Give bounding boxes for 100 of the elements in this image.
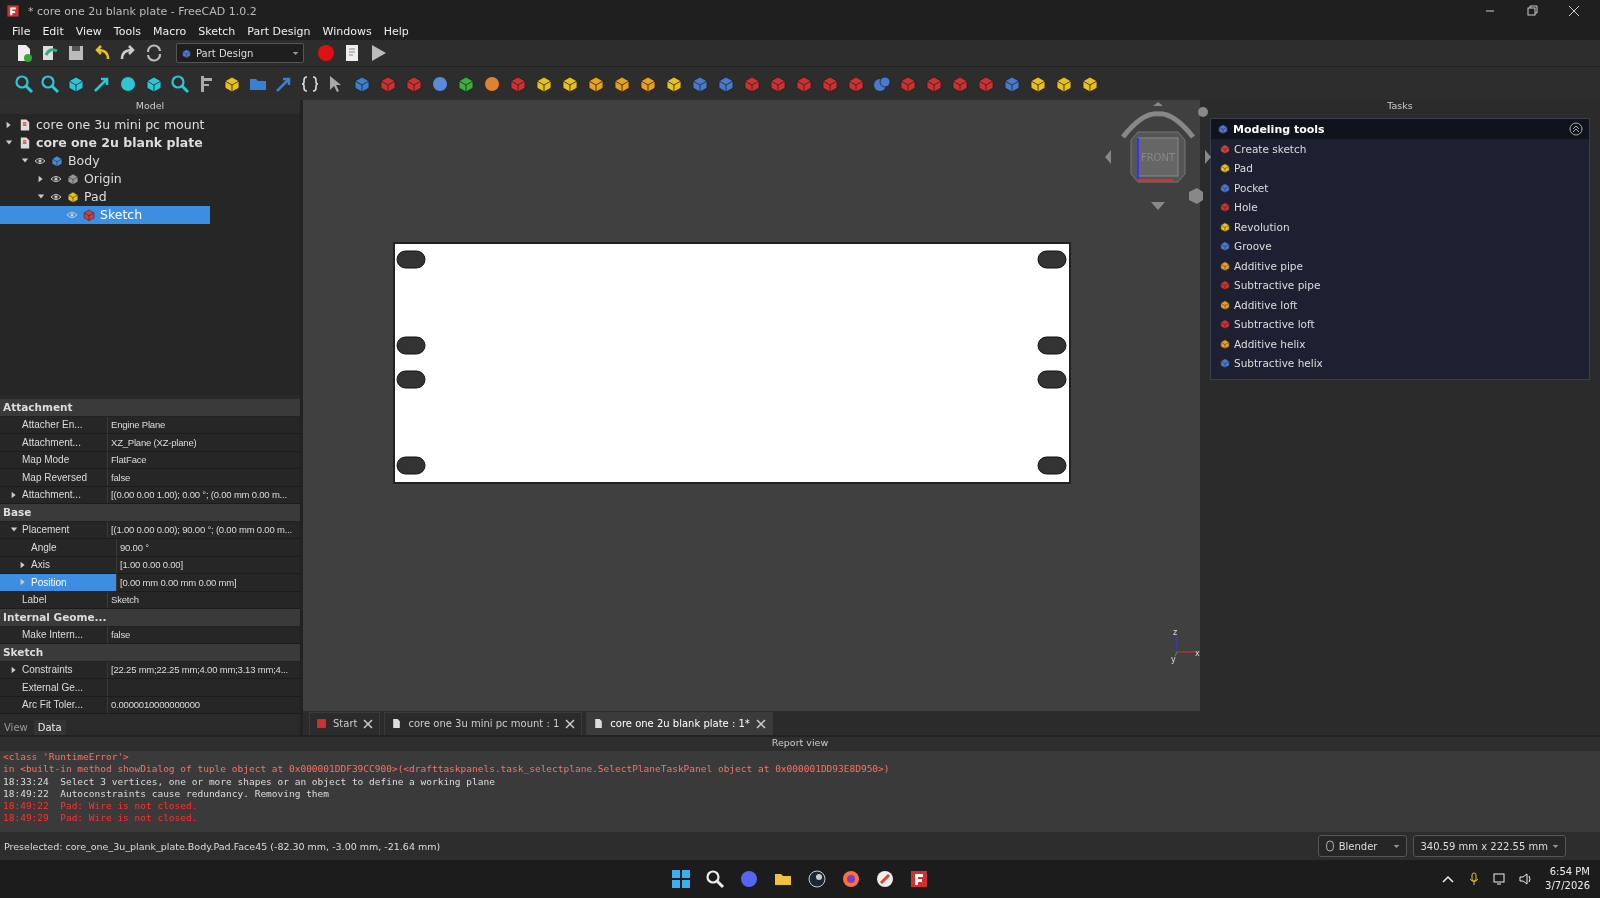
panel-tab[interactable]: Data <box>33 720 66 735</box>
mouse-icon <box>1324 839 1335 853</box>
task-link[interactable]: Create sketch <box>1211 139 1589 159</box>
property-name[interactable]: Make Intern... <box>0 626 108 643</box>
search-icon[interactable] <box>705 869 725 889</box>
property-value[interactable]: 90.00 ° <box>117 539 300 556</box>
network-icon[interactable] <box>1493 872 1508 886</box>
open-document-icon[interactable] <box>40 43 60 63</box>
log-line: in <built-in method showDialog of tuple object at 0x000001DDF39CC900>(<drafttaskpanels.task_selectplane.SelectPlaneTaskPanel object at 0x000001DD93E8D950>) <box>3 763 891 776</box>
document-tab[interactable]: core one 2u blank plate : 1* <box>586 711 773 735</box>
save-icon[interactable] <box>66 43 86 63</box>
property-name[interactable]: Attachment... <box>0 434 108 451</box>
property-value[interactable]: Engine Plane <box>108 416 300 433</box>
property-name[interactable]: Map Reversed <box>0 469 108 486</box>
menu-item[interactable]: Tools <box>107 24 147 38</box>
log-line: 18:49:22 Pad: Wire is not closed. <box>3 800 199 813</box>
menu-item[interactable]: View <box>69 24 108 38</box>
expand-arrow-icon[interactable] <box>10 525 18 534</box>
record-icon[interactable] <box>316 43 336 63</box>
refresh-icon[interactable] <box>144 43 164 63</box>
task-link[interactable]: Subtractive pipe <box>1211 275 1589 295</box>
zoom-icon[interactable] <box>40 73 60 94</box>
freecad-logo-icon[interactable] <box>909 869 929 889</box>
menu-item[interactable]: Macro <box>146 24 193 38</box>
collapse-icon[interactable] <box>1569 122 1583 136</box>
workbench-dropdown[interactable]: Part Design <box>176 43 304 63</box>
tool-icon <box>1219 318 1231 331</box>
clock-date: 3/7/2026 <box>1545 879 1590 893</box>
task-link[interactable]: Pocket <box>1211 178 1589 198</box>
menu-item[interactable]: Edit <box>36 24 70 38</box>
property-value[interactable]: [(0.00 0.00 1.00); 0.00 °; (0.00 mm 0.00 m... <box>108 486 300 503</box>
document-tab[interactable]: Start <box>309 711 381 735</box>
property-value[interactable]: false <box>108 626 300 643</box>
property-value[interactable]: [1.00 0.00 0.00] <box>117 556 300 573</box>
dimension-button[interactable]: 340.59 mm x 222.55 mm <box>1413 835 1566 857</box>
property-value[interactable]: false <box>108 469 300 486</box>
close-icon[interactable] <box>1568 5 1580 17</box>
chevron-up-icon[interactable] <box>1441 873 1456 885</box>
close-icon[interactable] <box>363 718 374 729</box>
close-icon[interactable] <box>565 718 576 729</box>
task-link[interactable]: Additive loft <box>1211 295 1589 315</box>
tree-item[interactable]: core one 3u mini pc mount <box>0 115 300 134</box>
property-name[interactable]: Arc Fit Toler... <box>0 696 108 713</box>
tree-item[interactable]: Pad <box>0 187 300 206</box>
zoom-fit-icon[interactable] <box>14 73 34 94</box>
property-name[interactable]: Constraints <box>0 661 108 678</box>
task-link[interactable]: Revolution <box>1211 217 1589 237</box>
property-name[interactable]: Axis <box>0 556 117 573</box>
brace-icon[interactable] <box>300 73 320 94</box>
property-value[interactable]: FlatFace <box>108 451 300 468</box>
property-name[interactable]: Angle <box>0 539 117 556</box>
eye-icon[interactable] <box>34 155 46 166</box>
eye-icon[interactable] <box>50 191 62 202</box>
tool-icon <box>1219 240 1231 253</box>
task-link[interactable]: Additive helix <box>1211 334 1589 354</box>
menu-item[interactable]: File <box>6 24 37 38</box>
menu-item[interactable]: Windows <box>316 24 378 38</box>
restore-icon[interactable] <box>1526 5 1538 17</box>
navigation-style-button[interactable]: Blender <box>1317 835 1408 857</box>
task-link[interactable]: Subtractive helix <box>1211 353 1589 373</box>
task-link[interactable]: Groove <box>1211 236 1589 256</box>
property-name[interactable]: Attachment... <box>0 486 108 503</box>
volume-icon[interactable] <box>1519 872 1534 886</box>
property-value[interactable]: [22.25 mm;22.25 mm;4.00 mm;3.13 mm;4... <box>108 661 300 678</box>
menu-item[interactable]: Sketch <box>192 24 242 38</box>
property-value[interactable]: XZ_Plane (XZ-plane) <box>108 434 300 451</box>
log-line: 18:49:22 Autoconstraints cause redundancy. Removing them <box>3 787 330 801</box>
magnifier-icon[interactable] <box>170 73 190 94</box>
property-name[interactable]: Placement <box>0 521 108 538</box>
panel-tab[interactable]: View <box>0 720 32 735</box>
property-name[interactable]: Map Mode <box>0 451 108 468</box>
tree-item[interactable]: Body <box>0 151 300 170</box>
task-link[interactable]: Additive pipe <box>1211 256 1589 276</box>
menu-item[interactable]: Part Design <box>241 24 317 38</box>
eye-icon[interactable] <box>50 173 62 184</box>
property-value[interactable]: 0.0000010000000000 <box>108 696 300 713</box>
task-link[interactable]: Subtractive loft <box>1211 314 1589 334</box>
property-value[interactable]: [(1.00 0.00 0.00); 90.00 °; (0.00 mm 0.00 m... <box>108 521 300 538</box>
freecad-logo-icon <box>316 718 327 729</box>
freecad-logo-icon <box>6 4 20 18</box>
windows-start-icon[interactable] <box>671 869 691 889</box>
task-link[interactable]: Pad <box>1211 158 1589 178</box>
document-icon <box>593 718 605 729</box>
expand-arrow-icon[interactable] <box>10 490 18 499</box>
document-tab[interactable]: core one 3u mini pc mount : 1 <box>384 711 583 735</box>
axis-indicator: z y x <box>1171 628 1201 664</box>
tree-item[interactable]: core one 2u blank plate <box>0 133 300 152</box>
tree-item[interactable]: Origin <box>0 169 300 188</box>
menu-item[interactable]: Help <box>377 24 415 38</box>
window-title: * core one 2u blank plate - FreeCAD 1.0.2 <box>28 4 257 18</box>
property-name[interactable]: Label <box>0 591 108 608</box>
task-link[interactable]: Hole <box>1211 197 1589 217</box>
property-value[interactable]: [0.00 mm 0.00 mm 0.00 mm] <box>117 574 300 591</box>
property-group: Internal Geome... <box>0 609 300 627</box>
property-value[interactable]: Sketch <box>108 591 300 608</box>
property-name[interactable]: Attacher En... <box>0 416 108 433</box>
panel-title: Tasks <box>1386 100 1414 113</box>
property-name[interactable]: External Ge... <box>0 679 108 696</box>
close-icon[interactable] <box>755 718 766 729</box>
expand-arrow-icon[interactable] <box>10 665 18 674</box>
